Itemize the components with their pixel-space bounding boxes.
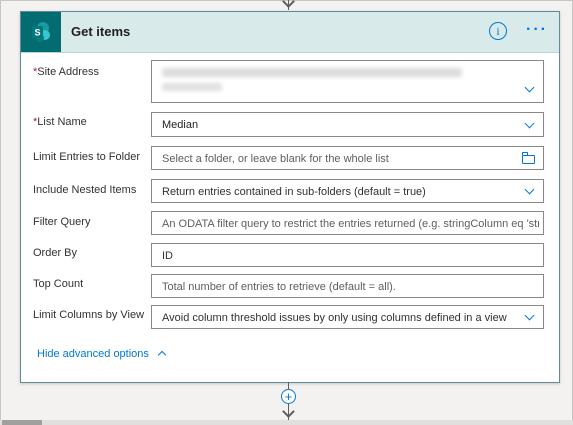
scrollbar-thumb[interactable] (2, 420, 42, 425)
site-address-value-redacted (162, 68, 462, 77)
card-header[interactable]: S Get items i ··· (21, 12, 559, 53)
top-count-placeholder: Total number of entries to retrieve (def… (162, 281, 396, 293)
filter-query-input[interactable]: An ODATA filter query to restrict the en… (151, 211, 544, 235)
more-icon[interactable]: ··· (526, 21, 548, 39)
order-by-input[interactable]: ID (151, 243, 544, 267)
card-title[interactable]: Get items (71, 24, 130, 39)
top-count-label: Top Count (33, 278, 84, 290)
limit-entries-label: Limit Entries to Folder (33, 151, 140, 163)
filter-query-label: Filter Query (33, 216, 91, 228)
site-address-label-text: Site Address (37, 66, 100, 78)
top-count-input[interactable]: Total number of entries to retrieve (def… (151, 274, 544, 298)
site-address-label: *Site Address (33, 66, 99, 78)
chevron-up-icon[interactable] (157, 350, 167, 360)
limit-columns-value: Avoid column threshold issues by only us… (162, 312, 507, 324)
info-icon[interactable]: i (489, 22, 507, 40)
order-by-label: Order By (33, 247, 78, 259)
hide-advanced-options-link[interactable]: Hide advanced options (37, 348, 149, 360)
list-name-dropdown[interactable]: Median (151, 112, 544, 137)
include-nested-dropdown[interactable]: Return entries contained in sub-folders … (151, 179, 544, 203)
list-name-label-text: List Name (37, 116, 87, 128)
chevron-down-icon[interactable] (524, 310, 535, 321)
include-nested-label: Include Nested Items (33, 184, 137, 196)
filter-query-placeholder: An ODATA filter query to restrict the en… (162, 218, 539, 230)
horizontal-scrollbar[interactable] (0, 420, 573, 425)
site-address-value-redacted-2 (162, 83, 222, 91)
limit-columns-label: Limit Columns by View (33, 309, 145, 321)
get-items-action-card: S Get items i ··· *Site Address *List Na… (20, 11, 560, 383)
site-address-dropdown[interactable] (151, 60, 544, 103)
limit-entries-placeholder: Select a folder, or leave blank for the … (162, 153, 389, 165)
limit-entries-field[interactable]: Select a folder, or leave blank for the … (151, 146, 544, 170)
add-step-icon[interactable]: + (281, 389, 296, 404)
svg-text:S: S (34, 28, 40, 38)
order-by-value: ID (162, 250, 173, 262)
chevron-down-icon[interactable] (524, 118, 535, 129)
chevron-down-icon[interactable] (524, 82, 535, 93)
list-name-label: *List Name (33, 116, 87, 128)
folder-icon[interactable] (521, 152, 535, 164)
include-nested-value: Return entries contained in sub-folders … (162, 186, 426, 198)
list-name-value: Median (162, 119, 199, 131)
chevron-down-icon[interactable] (524, 184, 535, 195)
sharepoint-icon: S (21, 12, 61, 52)
limit-columns-dropdown[interactable]: Avoid column threshold issues by only us… (151, 305, 544, 329)
